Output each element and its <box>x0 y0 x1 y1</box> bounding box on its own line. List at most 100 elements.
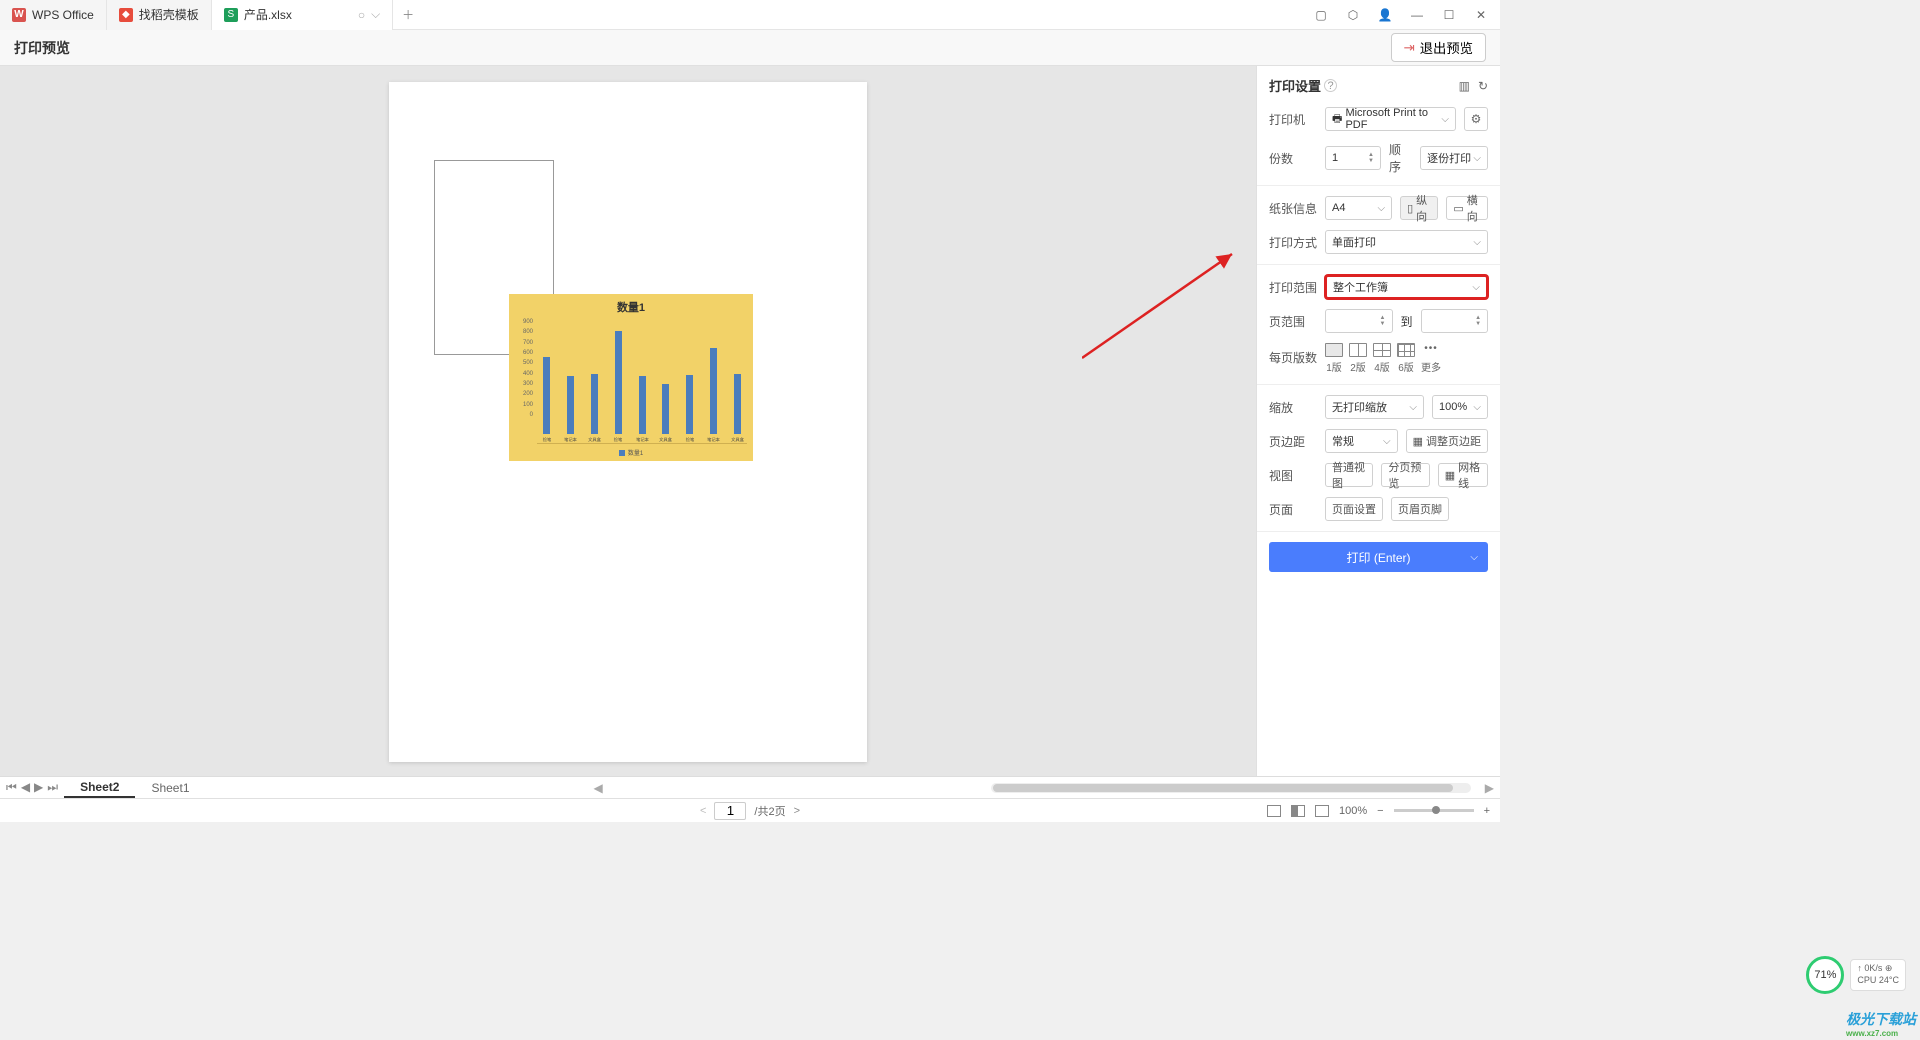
panel-layout-icon[interactable]: ▥ <box>1459 79 1470 93</box>
panel-title: 打印设置 <box>1269 76 1321 95</box>
tab-label: WPS Office <box>32 8 94 22</box>
panel-header: 打印设置 ? ▥ ↻ <box>1269 76 1488 95</box>
view-mode-2-icon[interactable] <box>1291 805 1305 817</box>
zoom-pct-select[interactable]: 100% <box>1432 395 1488 419</box>
tab-wps-home[interactable]: W WPS Office <box>0 0 107 30</box>
layout-options: 1版 2版 4版 6版 •••更多 <box>1325 343 1488 374</box>
system-monitor-widget[interactable]: 71% ↑ 0K/s ⊕ CPU 24°C <box>1806 956 1906 994</box>
spreadsheet-icon: S <box>224 8 238 22</box>
chart-title: 数量1 <box>509 294 753 315</box>
panel-refresh-icon[interactable]: ↻ <box>1478 79 1488 93</box>
sheet-next-icon[interactable]: ▶ <box>34 780 43 795</box>
layout-4-button[interactable]: 4版 <box>1373 343 1391 374</box>
layout-6-button[interactable]: 6版 <box>1397 343 1415 374</box>
paper-select[interactable]: A4 <box>1325 196 1392 220</box>
sheet-tab-sheet1[interactable]: Sheet1 <box>135 777 205 798</box>
zoom-pct-value: 100% <box>1439 401 1467 413</box>
tab-template[interactable]: ◆ 找稻壳模板 <box>107 0 212 30</box>
order-value: 逐份打印 <box>1427 150 1471 166</box>
margin-icon: ▦ <box>1413 435 1423 448</box>
system-stats: ↑ 0K/s ⊕ CPU 24°C <box>1850 959 1906 990</box>
print-range-select[interactable]: 整个工作簿 <box>1325 275 1488 299</box>
tab-label: 找稻壳模板 <box>139 6 199 23</box>
zoom-readout: 100% <box>1339 805 1367 817</box>
scroll-left-icon[interactable]: ◀ <box>588 781 609 795</box>
view-mode-1-icon[interactable] <box>1267 805 1281 817</box>
printer-value: Microsoft Print to PDF <box>1345 107 1441 131</box>
horizontal-scrollbar[interactable] <box>991 783 1471 793</box>
header-footer-button[interactable]: 页眉页脚 <box>1391 497 1449 521</box>
new-tab-button[interactable]: ＋ <box>393 6 423 23</box>
exit-preview-button[interactable]: ⇥ 退出预览 <box>1391 33 1486 62</box>
tab-file-active[interactable]: S 产品.xlsx ○ ⌵ <box>212 0 393 30</box>
sheet-last-icon[interactable]: ⏭ <box>47 780 58 795</box>
print-settings-panel: 打印设置 ? ▥ ↻ 打印机 🖶 Microsoft Print to PDF … <box>1256 66 1500 776</box>
zoom-out-button[interactable]: − <box>1377 805 1383 817</box>
zoom-label: 缩放 <box>1269 399 1317 416</box>
main-area: 数量1 0100200300400500600700800900 捡笔笔记本文具… <box>0 66 1500 776</box>
zoom-value: 无打印缩放 <box>1332 399 1387 415</box>
portrait-icon: ▯ <box>1407 202 1413 215</box>
page-to-input[interactable]: ▲▼ <box>1421 309 1489 333</box>
page-number-input[interactable] <box>714 802 746 820</box>
view-label: 视图 <box>1269 467 1317 484</box>
layout-icon[interactable]: ▢ <box>1310 4 1332 26</box>
spinner-icon[interactable]: ▲▼ <box>1368 152 1374 164</box>
paper-value: A4 <box>1332 202 1345 214</box>
sheet-prev-icon[interactable]: ◀ <box>21 780 30 795</box>
watermark: 极光下载站 www.xz7.com <box>1846 1009 1916 1038</box>
view-gridlines-button[interactable]: ▦网格线 <box>1438 463 1488 487</box>
maximize-button[interactable]: ☐ <box>1438 4 1460 26</box>
page-total-label: /共2页 <box>754 803 785 819</box>
layout-more-button[interactable]: •••更多 <box>1421 343 1441 374</box>
tab-label: 产品.xlsx <box>244 6 292 23</box>
margin-select[interactable]: 常规 <box>1325 429 1398 453</box>
annotation-arrow <box>1082 250 1242 360</box>
spinner-icon[interactable]: ▲▼ <box>1475 315 1481 327</box>
title-bar: W WPS Office ◆ 找稻壳模板 S 产品.xlsx ○ ⌵ ＋ ▢ ⬡… <box>0 0 1500 30</box>
paper-label: 纸张信息 <box>1269 200 1317 217</box>
page-title: 打印预览 <box>14 38 70 58</box>
view-mode-3-icon[interactable] <box>1315 805 1329 817</box>
orientation-landscape-button[interactable]: ▭横向 <box>1446 196 1488 220</box>
minimize-button[interactable]: — <box>1406 4 1428 26</box>
exit-label: 退出预览 <box>1420 38 1473 57</box>
cube-icon[interactable]: ⬡ <box>1342 4 1364 26</box>
page-from-input[interactable]: ▲▼ <box>1325 309 1393 333</box>
orientation-portrait-button[interactable]: ▯纵向 <box>1400 196 1438 220</box>
order-select[interactable]: 逐份打印 <box>1420 146 1488 170</box>
copies-label: 份数 <box>1269 150 1317 167</box>
order-label: 顺序 <box>1389 141 1412 175</box>
copies-input[interactable]: 1▲▼ <box>1325 146 1381 170</box>
spinner-icon[interactable]: ▲▼ <box>1380 315 1386 327</box>
zoom-slider[interactable] <box>1394 809 1474 812</box>
sheet-first-icon[interactable]: ⏮ <box>6 780 17 795</box>
page-setup-button[interactable]: 页面设置 <box>1325 497 1383 521</box>
help-icon[interactable]: ? <box>1324 79 1337 92</box>
print-method-value: 单面打印 <box>1332 234 1376 250</box>
zoom-in-button[interactable]: + <box>1484 805 1490 817</box>
close-button[interactable]: ✕ <box>1470 4 1492 26</box>
view-page-button[interactable]: 分页预览 <box>1381 463 1429 487</box>
page-prev-button[interactable]: < <box>700 805 706 817</box>
print-method-select[interactable]: 单面打印 <box>1325 230 1488 254</box>
page-range-label: 页范围 <box>1269 313 1317 330</box>
zoom-select[interactable]: 无打印缩放 <box>1325 395 1424 419</box>
scrollbar-thumb[interactable] <box>993 784 1453 792</box>
wps-icon: W <box>12 8 26 22</box>
sheet-tab-sheet2[interactable]: Sheet2 <box>64 777 135 798</box>
view-normal-button[interactable]: 普通视图 <box>1325 463 1373 487</box>
chevron-down-icon[interactable]: ⌵ <box>371 7 380 22</box>
sheet-tab-bar: ⏮ ◀ ▶ ⏭ Sheet2 Sheet1 ◀ ▶ <box>0 776 1500 798</box>
scroll-right-icon[interactable]: ▶ <box>1479 781 1500 795</box>
page-next-button[interactable]: > <box>794 805 800 817</box>
user-avatar-icon[interactable]: 👤 <box>1374 4 1396 26</box>
layout-2-button[interactable]: 2版 <box>1349 343 1367 374</box>
adjust-margin-button[interactable]: ▦调整页边距 <box>1406 429 1488 453</box>
tab-menu-icon[interactable]: ○ <box>358 8 365 22</box>
printer-settings-button[interactable]: ⚙ <box>1464 107 1488 131</box>
printer-select[interactable]: 🖶 Microsoft Print to PDF <box>1325 107 1456 131</box>
layout-1-button[interactable]: 1版 <box>1325 343 1343 374</box>
print-button[interactable]: 打印 (Enter) <box>1269 542 1488 572</box>
preview-canvas: 数量1 0100200300400500600700800900 捡笔笔记本文具… <box>0 66 1256 776</box>
